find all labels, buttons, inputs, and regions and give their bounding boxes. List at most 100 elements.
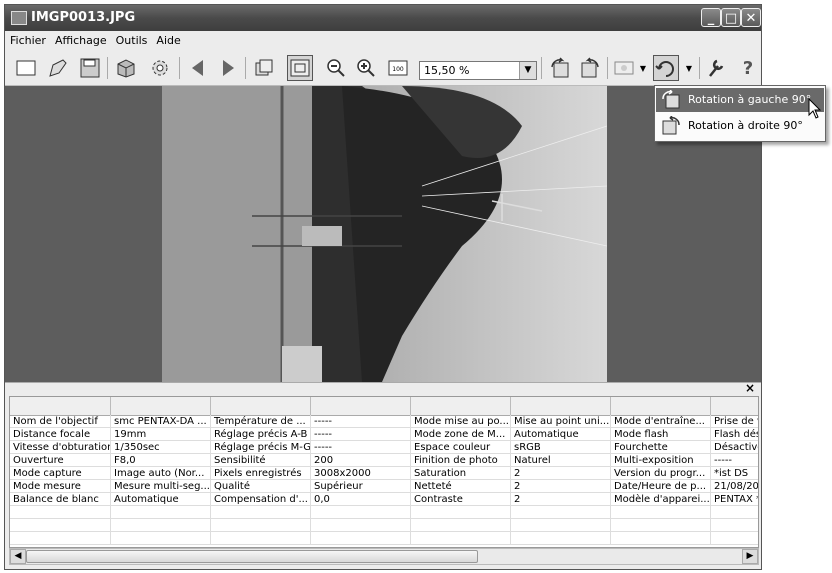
scroll-thumb[interactable] — [26, 550, 478, 563]
fullscreen-icon[interactable] — [13, 55, 39, 81]
menu-outils[interactable]: Outils — [111, 31, 152, 47]
rotate-right-icon — [662, 116, 680, 135]
table-row[interactable]: Distance focale 19mm Réglage précis A-B ---… — [10, 428, 758, 441]
table-cell: Mode mise au po... — [411, 415, 511, 428]
table-cell: Flash dés — [711, 428, 758, 441]
table-cell — [311, 532, 411, 545]
chevron-down-icon[interactable]: ▼ — [519, 62, 536, 79]
table-cell: Espace couleur — [411, 441, 511, 454]
gear-icon[interactable] — [147, 55, 173, 81]
rotate-left-icon[interactable] — [547, 55, 573, 81]
table-cell — [611, 506, 711, 519]
scroll-right-icon[interactable]: ▶ — [742, 549, 758, 564]
table-cell: Fourchette — [611, 441, 711, 454]
table-cell: Mode mesure — [10, 480, 111, 493]
menu-rotate-right[interactable]: Rotation à droite 90° — [656, 114, 824, 138]
table-cell: Prise de v — [711, 415, 758, 428]
table-header — [10, 397, 758, 416]
table-cell: Distance focale — [10, 428, 111, 441]
table-cell: Réglage précis A-B — [211, 428, 311, 441]
maximize-button[interactable]: □ — [721, 8, 741, 27]
table-cell — [10, 506, 111, 519]
box-icon[interactable] — [113, 55, 139, 81]
fit-window-icon[interactable] — [287, 55, 313, 81]
menu-aide[interactable]: Aide — [151, 31, 184, 47]
table-cell: ----- — [711, 454, 758, 467]
chevron-down-icon[interactable]: ▼ — [683, 55, 695, 81]
image-adjust-icon[interactable] — [611, 55, 637, 81]
table-cell: smc PENTAX-DA ... — [111, 415, 211, 428]
image-viewer[interactable] — [5, 86, 761, 382]
rotate-right-icon[interactable] — [577, 55, 603, 81]
table-cell: sRGB — [511, 441, 611, 454]
table-cell — [411, 532, 511, 545]
table-cell — [411, 519, 511, 532]
table-row[interactable]: Ouverture F8,0 Sensibilité 200 Finition de p… — [10, 454, 758, 467]
table-cell: Mode zone de M... — [411, 428, 511, 441]
scroll-left-icon[interactable]: ◀ — [10, 549, 26, 564]
slideshow-icon[interactable] — [251, 55, 277, 81]
table-cell: Supérieur — [311, 480, 411, 493]
table-cell — [10, 519, 111, 532]
next-icon[interactable] — [215, 55, 241, 81]
table-row[interactable]: Nom de l'objectif smc PENTAX-DA ... Tempér… — [10, 415, 758, 428]
panel-splitter[interactable]: × — [5, 381, 761, 397]
table-cell: Balance de blanc — [10, 493, 111, 506]
table-cell — [311, 519, 411, 532]
table-cell: F8,0 — [111, 454, 211, 467]
rotation-menu: Rotation à gauche 90° Rotation à droite … — [654, 85, 826, 142]
menu-affichage[interactable]: Affichage — [50, 31, 111, 47]
table-cell: 2 — [511, 480, 611, 493]
minimize-button[interactable]: _ — [701, 8, 721, 27]
app-icon — [11, 11, 27, 25]
table-cell: ----- — [311, 415, 411, 428]
actual-size-icon[interactable]: 100 — [385, 55, 411, 81]
menu-fichier[interactable]: Fichier — [5, 31, 50, 47]
help-icon[interactable]: ? — [735, 55, 761, 81]
zoom-out-icon[interactable] — [323, 55, 349, 81]
save-icon[interactable] — [77, 55, 103, 81]
edit-icon[interactable] — [45, 55, 71, 81]
table-cell: 200 — [311, 454, 411, 467]
exif-info-table: Nom de l'objectif smc PENTAX-DA ... Tempér… — [9, 396, 759, 548]
table-cell: Température de ... — [211, 415, 311, 428]
table-cell — [411, 506, 511, 519]
table-cell: Réglage précis M-G — [211, 441, 311, 454]
table-cell: Ouverture — [10, 454, 111, 467]
rotate-menu-icon[interactable] — [653, 55, 679, 81]
horizontal-scrollbar[interactable]: ◀ ▶ — [9, 548, 759, 565]
table-cell: 21/08/200 — [711, 480, 758, 493]
close-icon[interactable]: × — [745, 381, 755, 395]
previous-icon[interactable] — [185, 55, 211, 81]
table-cell: Vitesse d'obturation — [10, 441, 111, 454]
chevron-down-icon[interactable]: ▼ — [637, 55, 649, 81]
table-row[interactable]: Vitesse d'obturation 1/350sec Réglage préc… — [10, 441, 758, 454]
menu-rotate-left[interactable]: Rotation à gauche 90° — [656, 88, 824, 112]
table-cell: Automatique — [511, 428, 611, 441]
zoom-select[interactable]: 15,50 % ▼ — [419, 61, 537, 80]
table-cell: Désactivé — [711, 441, 758, 454]
table-row[interactable]: Mode mesure Mesure multi-seg... Qualité Sup… — [10, 480, 758, 493]
table-cell: Finition de photo — [411, 454, 511, 467]
table-cell — [111, 532, 211, 545]
table-row[interactable]: Mode capture Image auto (Nor... Pixels enr… — [10, 467, 758, 480]
table-cell: Compensation d'... — [211, 493, 311, 506]
table-cell: 2 — [511, 493, 611, 506]
toolbar: 100 15,50 % ▼ ▼ ▼ ? — [5, 51, 761, 86]
close-button[interactable]: ✕ — [741, 8, 761, 27]
table-cell — [211, 532, 311, 545]
table-cell: 19mm — [111, 428, 211, 441]
table-cell — [111, 519, 211, 532]
zoom-in-icon[interactable] — [353, 55, 379, 81]
table-cell: Saturation — [411, 467, 511, 480]
table-cell: 1/350sec — [111, 441, 211, 454]
title-bar[interactable]: IMGP0013.JPG _ □ ✕ — [5, 5, 761, 31]
table-row[interactable]: Balance de blanc Automatique Compensation … — [10, 493, 758, 506]
menu-bar: Fichier Affichage Outils Aide — [5, 31, 761, 51]
table-cell: ----- — [311, 441, 411, 454]
table-cell: Multi-exposition — [611, 454, 711, 467]
table-cell: Netteté — [411, 480, 511, 493]
tools-icon[interactable] — [703, 55, 729, 81]
table-cell: Sensibilité — [211, 454, 311, 467]
app-window: IMGP0013.JPG _ □ ✕ Fichier Affichage Outil… — [4, 4, 762, 570]
